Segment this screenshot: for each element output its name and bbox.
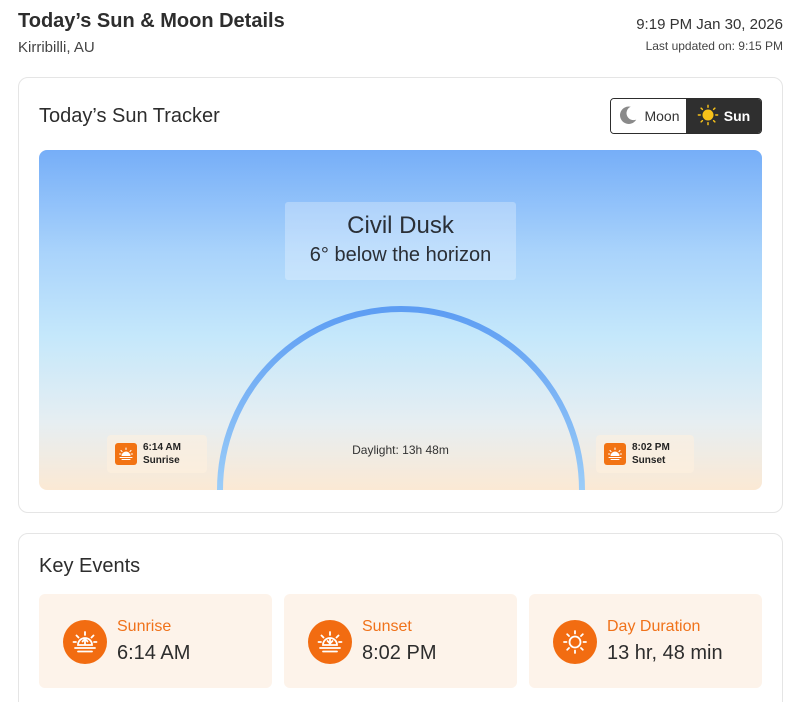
sun-icon bbox=[553, 620, 597, 664]
sunset-marker: 8:02 PM Sunset bbox=[596, 435, 694, 473]
event-value-sunset: 8:02 PM bbox=[362, 642, 437, 664]
sunrise-icon bbox=[63, 620, 107, 664]
sunrise-icon bbox=[115, 443, 137, 465]
sunrise-time: 6:14 AM bbox=[143, 442, 181, 453]
toggle-sun-button[interactable]: Sun bbox=[686, 99, 761, 133]
sunset-label: Sunset bbox=[632, 455, 666, 466]
event-label-day-duration: Day Duration bbox=[607, 618, 701, 635]
current-datetime: 9:19 PM Jan 30, 2026 bbox=[636, 16, 783, 33]
event-value-sunrise: 6:14 AM bbox=[117, 642, 191, 664]
event-tile-sunset: Sunset 8:02 PM bbox=[284, 594, 517, 688]
sunset-icon bbox=[604, 443, 626, 465]
sun-icon bbox=[697, 104, 719, 129]
moon-sun-toggle: Moon Sun bbox=[610, 98, 762, 134]
toggle-moon-button[interactable]: Moon bbox=[611, 99, 686, 133]
location-label: Kirribilli, AU bbox=[18, 39, 95, 56]
moon-icon bbox=[617, 104, 639, 129]
event-label-sunrise: Sunrise bbox=[117, 618, 172, 635]
page-header: Today’s Sun & Moon Details Kirribilli, A… bbox=[18, 8, 783, 64]
key-events-card: Key Events Sunrise 6:14 AM Sunset 8:02 P… bbox=[18, 533, 783, 702]
sunrise-marker: 6:14 AM Sunrise bbox=[107, 435, 207, 473]
toggle-sun-label: Sun bbox=[723, 108, 751, 124]
event-tile-sunrise: Sunrise 6:14 AM bbox=[39, 594, 272, 688]
toggle-moon-label: Moon bbox=[644, 108, 680, 124]
last-updated-label: Last updated on: 9:15 PM bbox=[645, 39, 783, 53]
event-tile-day-duration: Day Duration 13 hr, 48 min bbox=[529, 594, 762, 688]
sunset-time: 8:02 PM bbox=[632, 442, 670, 453]
sun-tracker-card: Today’s Sun Tracker Moon Sun Civil Dusk … bbox=[18, 77, 783, 513]
event-value-day-duration: 13 hr, 48 min bbox=[607, 642, 723, 664]
sky-panel: Civil Dusk 6° below the horizon Daylight… bbox=[39, 150, 762, 490]
sunset-icon bbox=[308, 620, 352, 664]
key-events-title: Key Events bbox=[39, 555, 141, 577]
event-label-sunset: Sunset bbox=[362, 618, 412, 635]
tracker-title: Today’s Sun Tracker bbox=[39, 105, 220, 127]
sunrise-label: Sunrise bbox=[143, 455, 180, 466]
page-title: Today’s Sun & Moon Details bbox=[18, 10, 285, 32]
